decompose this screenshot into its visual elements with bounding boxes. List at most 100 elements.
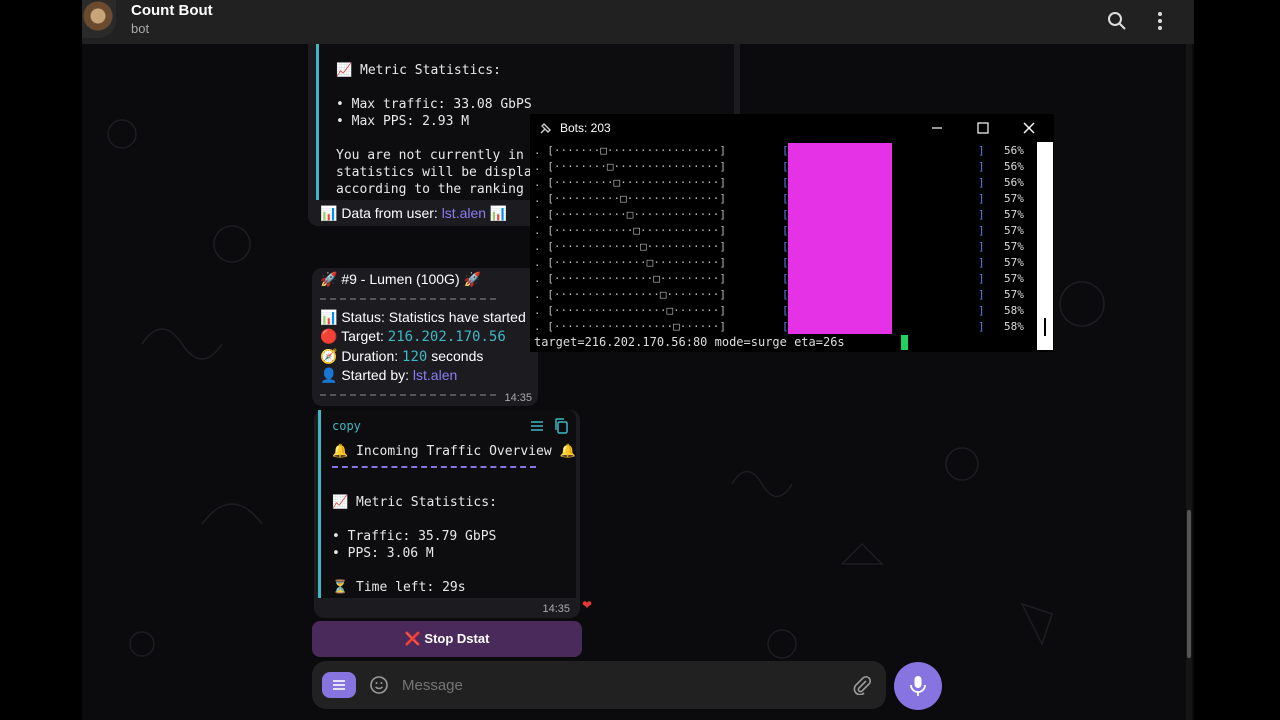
code-line: statistics will be displaye: [336, 165, 548, 180]
terminal-percent: 57%: [1004, 256, 1024, 269]
heart-reaction[interactable]: ❤: [582, 598, 592, 612]
terminal-bracket: ]: [978, 272, 985, 285]
maximize-icon[interactable]: [974, 119, 992, 137]
terminal-row: . [·············□···········]: [534, 240, 727, 253]
code-line: 📈 Metric Statistics:: [332, 495, 497, 510]
terminal-row: . [·········□···············]: [534, 176, 727, 189]
chat-title[interactable]: Count Bout: [131, 2, 213, 19]
message-footer: 📊 Data from user: lst.alen 📊: [320, 205, 507, 222]
terminal-row: . [···············□·········]: [534, 272, 727, 285]
duration-label: 🧭 Duration:: [320, 348, 403, 364]
copy-label[interactable]: copy: [332, 419, 361, 433]
footer-prefix: 📊 Data from user:: [320, 205, 442, 221]
terminal-status-line: target=216.202.170.56:80 mode=surge eta=…: [534, 335, 845, 349]
code-line: You are not currently in an: [336, 148, 548, 163]
terminal-percent: 57%: [1004, 240, 1024, 253]
divider: [320, 394, 496, 396]
code-line: • Traffic: 35.79 GbPS: [332, 529, 497, 544]
terminal-row: . [·················□·······]: [534, 304, 727, 317]
code-line: according to the ranking of: [336, 182, 548, 197]
terminal-percent: 57%: [1004, 224, 1024, 237]
message-time: 14:35: [504, 392, 532, 404]
search-icon[interactable]: [1105, 9, 1129, 33]
progress-bar-fill: [788, 143, 892, 334]
terminal-percent: 57%: [1004, 272, 1024, 285]
terminal-percent: 56%: [1004, 176, 1024, 189]
terminal-bracket: ]: [978, 320, 985, 333]
quote-bar: [316, 44, 319, 200]
copy-icon[interactable]: [554, 418, 568, 434]
terminal-bracket: ]: [978, 304, 985, 317]
terminal-scrollbar-thumb[interactable]: [1044, 318, 1046, 336]
status-value: Statistics have started: [388, 309, 526, 325]
avatar[interactable]: [82, 0, 116, 38]
started-by-link[interactable]: lst.alen: [413, 367, 457, 383]
message-attack-info: 🚀 #9 - Lumen (100G) 🚀 📊 Status: Statisti…: [312, 268, 538, 406]
terminal-bracket: ]: [978, 256, 985, 269]
close-icon[interactable]: [1020, 119, 1038, 137]
code-line: ⏳ Time left: 29s: [332, 580, 466, 595]
code-block: copy 🔔 Incoming Traffic Overview 🔔 📈 Met…: [318, 410, 576, 598]
terminal-window: Bots: 203 . [·······□·················][…: [530, 114, 1054, 352]
status-label: 📊 Status:: [320, 309, 389, 325]
attach-icon[interactable]: [852, 675, 872, 695]
terminal-cursor: [901, 335, 908, 350]
duration-unit: seconds: [427, 348, 484, 364]
terminal-row: . [··············□··········]: [534, 256, 727, 269]
minimize-icon[interactable]: [928, 119, 946, 137]
terminal-title: Bots: 203: [560, 121, 611, 135]
duration-row: 🧭 Duration: 120 seconds: [320, 348, 483, 365]
divider: [320, 298, 496, 300]
more-options-icon[interactable]: [1148, 9, 1172, 33]
bot-menu-button[interactable]: [322, 672, 356, 698]
terminal-row: . [················□········]: [534, 288, 727, 301]
target-label: 🔴 Target:: [320, 328, 388, 344]
attack-title: 🚀 #9 - Lumen (100G) 🚀: [320, 271, 481, 287]
status-row: 📊 Status: Statistics have started: [320, 309, 526, 326]
message-traffic-overview: copy 🔔 Incoming Traffic Overview 🔔 📈 Met…: [314, 410, 580, 618]
terminal-row: . [··················□······]: [534, 320, 727, 333]
divider: [332, 466, 536, 468]
target-value[interactable]: 216.202.170.56: [388, 329, 506, 345]
user-link[interactable]: lst.alen: [442, 205, 486, 221]
code-line: • PPS: 3.06 M: [332, 546, 434, 561]
started-label: 👤 Started by:: [320, 367, 413, 383]
terminal-bracket: ]: [978, 160, 985, 173]
terminal-percent: 57%: [1004, 288, 1024, 301]
menu-icon: [333, 680, 345, 690]
terminal-row: . [···········□·············]: [534, 208, 727, 221]
microphone-icon: [910, 676, 926, 696]
code-line: • Max traffic: 33.08 GbPS: [336, 97, 532, 112]
target-row: 🔴 Target: 216.202.170.56: [320, 328, 506, 345]
terminal-bracket: ]: [978, 224, 985, 237]
chat-window: Count Bout bot 📈 Metric Statistics: • Ma…: [82, 0, 1194, 720]
voice-record-button[interactable]: [894, 662, 942, 710]
started-by-row: 👤 Started by: lst.alen: [320, 367, 457, 384]
code-line: 🔔 Incoming Traffic Overview 🔔: [332, 444, 576, 459]
terminal-percent: 57%: [1004, 208, 1024, 221]
stop-dstat-button[interactable]: ❌ Stop Dstat: [312, 621, 582, 657]
terminal-titlebar[interactable]: Bots: 203: [530, 114, 1054, 142]
wrap-lines-icon[interactable]: [530, 419, 544, 433]
terminal-bracket: ]: [978, 240, 985, 253]
terminal-row: . [·······□·················]: [534, 144, 727, 157]
quote-bar: [318, 410, 321, 598]
terminal-row: . [············□············]: [534, 224, 727, 237]
message-input[interactable]: [402, 677, 822, 694]
page-scrollbar-thumb[interactable]: [1187, 510, 1191, 658]
duration-value: 120: [402, 349, 428, 365]
code-line: 📈 Metric Statistics:: [336, 63, 501, 78]
terminal-bracket: ]: [978, 144, 985, 157]
terminal-app-icon: [540, 123, 551, 134]
terminal-bracket: ]: [978, 288, 985, 301]
chat-subtitle: bot: [131, 21, 150, 36]
terminal-percent: 58%: [1004, 320, 1024, 333]
terminal-bracket: ]: [978, 192, 985, 205]
emoji-icon[interactable]: [369, 675, 389, 695]
terminal-percent: 57%: [1004, 192, 1024, 205]
terminal-row: . [··········□··············]: [534, 192, 727, 205]
terminal-row: . [········□················]: [534, 160, 727, 173]
message-time: 14:35: [542, 603, 570, 615]
terminal-bracket: ]: [978, 176, 985, 189]
terminal-bracket: ]: [978, 208, 985, 221]
